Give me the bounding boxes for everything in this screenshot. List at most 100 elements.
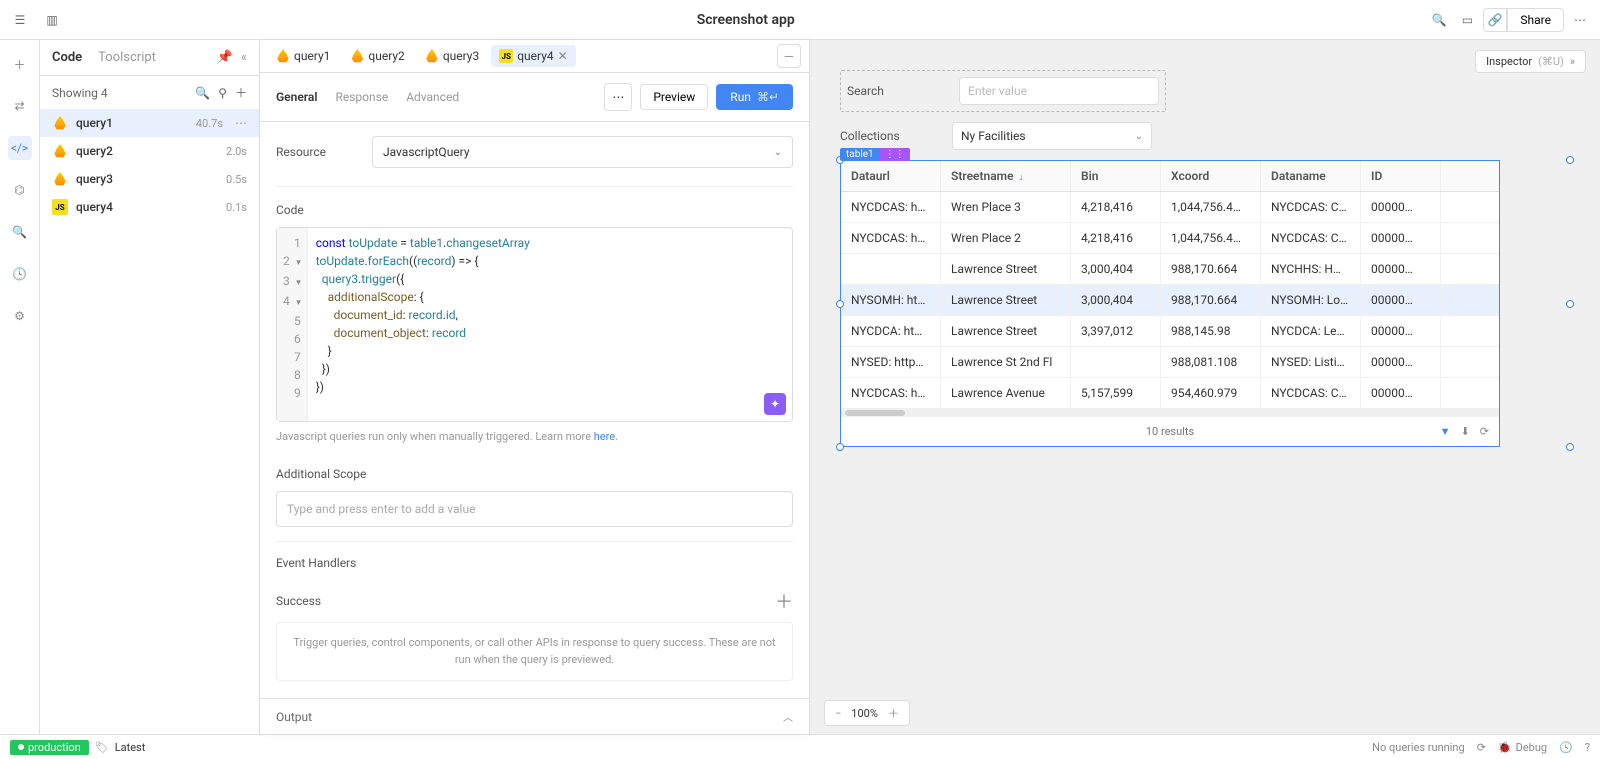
table-refresh-icon[interactable]: ⟳ — [1480, 425, 1489, 438]
zoom-in-icon[interactable]: ＋ — [888, 705, 899, 721]
table-cell: Lawrence St 2nd Fl — [941, 347, 1071, 377]
footer-history-icon[interactable]: 🕓 — [1559, 741, 1573, 754]
table-cell: Lawrence Street — [941, 316, 1071, 346]
debug-button[interactable]: 🐞 Debug — [1498, 741, 1547, 754]
table-cell: 4,218,416 — [1071, 223, 1161, 253]
data-table[interactable]: DataurlStreetname ↓BinXcoordDatanameID N… — [840, 160, 1500, 447]
collections-select[interactable]: Ny Facilities ⌄ — [952, 122, 1152, 150]
table-cell: 00000… — [1361, 223, 1441, 253]
chevron-up-icon: ︿ — [783, 709, 793, 724]
code-line: }) — [316, 378, 784, 396]
preview-button[interactable]: Preview — [640, 84, 708, 110]
collapse-left-icon[interactable]: « — [241, 50, 247, 65]
components-icon[interactable]: ⇄ — [8, 94, 32, 118]
sort-desc-icon: ↓ — [1019, 172, 1024, 183]
editor-tab-query1[interactable]: query1 — [268, 45, 338, 67]
editor-more-icon[interactable]: ⋯ — [604, 83, 632, 111]
table-row[interactable]: NYCDCA: ht…Lawrence Street3,397,012988,1… — [841, 316, 1499, 347]
column-header-id[interactable]: ID — [1361, 161, 1441, 191]
overflow-icon[interactable]: ⋯ — [1568, 8, 1592, 32]
table-row[interactable]: NYSED: http…Lawrence St 2nd Fl988,081.10… — [841, 347, 1499, 378]
share-button[interactable]: Share — [1507, 8, 1564, 32]
tree-icon[interactable]: ⌬ — [8, 178, 32, 202]
chevron-down-icon: ⌄ — [1135, 131, 1143, 142]
column-header-streetname[interactable]: Streetname ↓ — [941, 161, 1071, 191]
preview-device-icon[interactable]: ▭ — [1455, 8, 1479, 32]
refresh-queue-icon[interactable]: ⟳ — [1477, 741, 1486, 754]
code-line: document_id: record.id, — [316, 306, 784, 324]
query-more-icon[interactable]: ⋯ — [235, 116, 247, 130]
panel-toggle-icon[interactable]: ▥ — [40, 8, 64, 32]
filter-icon[interactable]: ⚲ — [218, 86, 227, 100]
zoom-level: 100% — [851, 707, 878, 720]
table-row[interactable]: NYSOMH: ht…Lawrence Street3,000,404988,1… — [841, 285, 1499, 316]
table-cell: 1,044,756.4… — [1161, 192, 1261, 222]
table-row[interactable]: NYCDCAS: h…Lawrence Avenue5,157,599954,4… — [841, 378, 1499, 409]
settings-icon[interactable]: ⚙ — [8, 304, 32, 328]
inspector-label: Inspector — [1486, 55, 1532, 68]
resize-handle[interactable] — [1566, 443, 1574, 451]
success-description: Trigger queries, control components, or … — [276, 622, 793, 681]
tab-label: query1 — [294, 49, 330, 63]
close-tab-icon[interactable]: ✕ — [558, 49, 568, 63]
output-toggle[interactable]: Output ︿ — [260, 698, 809, 734]
pin-icon[interactable]: 📌 — [217, 50, 233, 65]
component-tag-icon[interactable]: ⋮⋮ — [880, 148, 910, 161]
chevron-down-icon: ⌄ — [774, 147, 782, 158]
query-item-query3[interactable]: query30.5s — [40, 165, 259, 193]
column-header-dataname[interactable]: Dataname — [1261, 161, 1361, 191]
expand-inspector-icon[interactable]: » — [1570, 55, 1575, 68]
resize-handle[interactable] — [1566, 156, 1574, 164]
table-row[interactable]: NYCDCAS: h…Wren Place 24,218,4161,044,75… — [841, 223, 1499, 254]
add-query-icon[interactable]: ＋ — [235, 84, 247, 101]
query-item-query2[interactable]: query22.0s — [40, 137, 259, 165]
filter-search-icon[interactable]: 🔍 — [195, 86, 210, 100]
minimize-editor-icon[interactable]: ─ — [777, 44, 801, 68]
menu-icon[interactable]: ☰ — [8, 8, 32, 32]
history-icon[interactable]: 🕓 — [8, 262, 32, 286]
footer-help-icon[interactable]: ? — [1585, 741, 1590, 754]
run-button[interactable]: Run ⌘↵ — [716, 84, 793, 110]
column-header-bin[interactable]: Bin — [1071, 161, 1161, 191]
query-time: 0.5s — [226, 173, 247, 186]
search-icon[interactable]: 🔍 — [1427, 8, 1451, 32]
link-icon[interactable]: 🔗 — [1483, 8, 1507, 32]
editor-tab-query4[interactable]: JSquery4✕ — [491, 45, 575, 67]
column-header-xcoord[interactable]: Xcoord — [1161, 161, 1261, 191]
search-input[interactable] — [959, 77, 1159, 105]
add-success-handler-icon[interactable]: ＋ — [775, 588, 793, 614]
additional-scope-input[interactable]: Type and press enter to add a value — [276, 491, 793, 527]
query-item-query4[interactable]: JSquery40.1s — [40, 193, 259, 221]
query-item-query1[interactable]: query140.7s⋯ — [40, 109, 259, 137]
zoom-control[interactable]: − 100% ＋ — [824, 700, 910, 726]
query-queue-status: No queries running — [1372, 741, 1465, 754]
resize-handle[interactable] — [1566, 300, 1574, 308]
resize-handle[interactable] — [836, 300, 844, 308]
search-panel-icon[interactable]: 🔍 — [8, 220, 32, 244]
table-download-icon[interactable]: ⬇ — [1461, 425, 1470, 438]
resource-select[interactable]: JavascriptQuery ⌄ — [372, 136, 793, 168]
editor-tab-query2[interactable]: query2 — [342, 45, 412, 67]
code-editor[interactable]: 1 2 ▾ 3 ▾ 4 ▾ 56789 const toUpdate = tab… — [276, 227, 793, 422]
inspector-pill[interactable]: Inspector (⌘U) » — [1475, 50, 1586, 73]
component-tag[interactable]: table1 — [840, 148, 880, 161]
add-icon[interactable]: ＋ — [8, 52, 32, 76]
table-row[interactable]: NYCDCAS: h…Wren Place 34,218,4161,044,75… — [841, 192, 1499, 223]
table-cell: 4,218,416 — [1071, 192, 1161, 222]
subtab-general[interactable]: General — [276, 90, 317, 104]
subtab-advanced[interactable]: Advanced — [406, 90, 459, 104]
editor-tab-query3[interactable]: query3 — [417, 45, 487, 67]
table-filter-icon[interactable]: ▼ — [1440, 425, 1451, 438]
zoom-out-icon[interactable]: − — [835, 707, 841, 720]
table-row[interactable]: Lawrence Street3,000,404988,170.664NYCHH… — [841, 254, 1499, 285]
learn-more-link[interactable]: here — [594, 430, 615, 443]
horizontal-scrollbar[interactable] — [841, 409, 1499, 417]
left-tab-code[interactable]: Code — [52, 50, 82, 65]
environment-pill[interactable]: production — [10, 740, 89, 755]
ai-assist-icon[interactable]: ✦ — [764, 393, 786, 415]
table-cell: 954,460.979 — [1161, 378, 1261, 408]
subtab-response[interactable]: Response — [335, 90, 388, 104]
left-tab-toolscript[interactable]: Toolscript — [98, 50, 156, 65]
column-header-dataurl[interactable]: Dataurl — [841, 161, 941, 191]
code-panel-icon[interactable]: </> — [8, 136, 32, 160]
